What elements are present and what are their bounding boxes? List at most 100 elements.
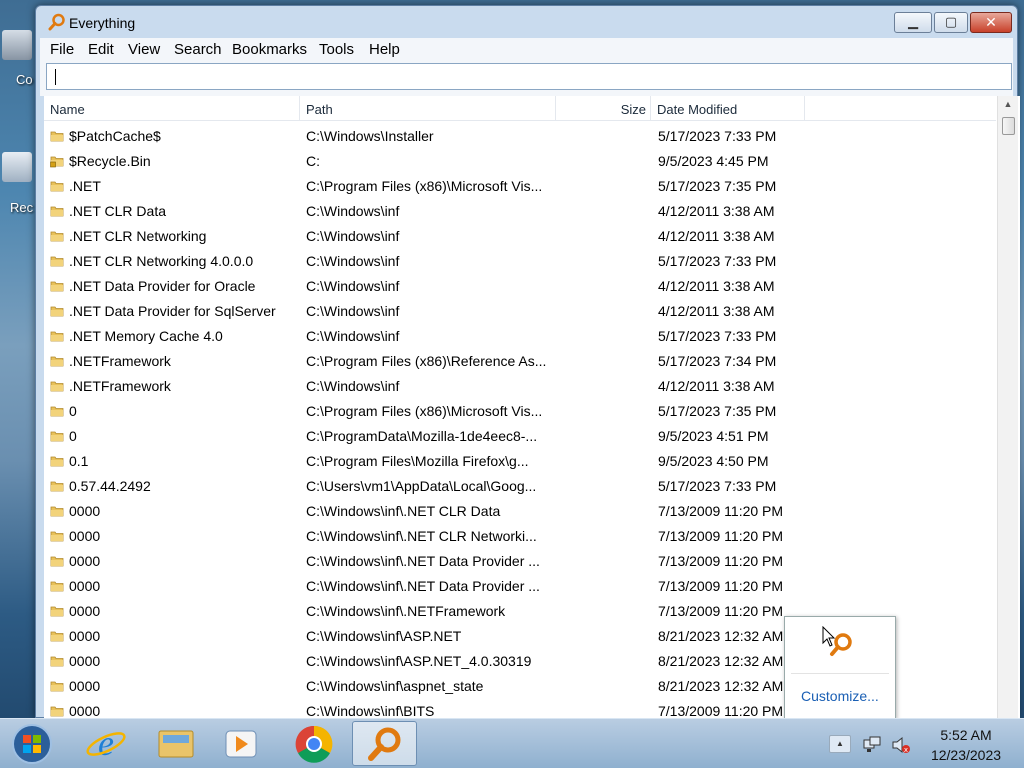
cell-path: C:\Windows\inf\ASP.NET_4.0.30319 [306,653,532,669]
cell-name: .NET CLR Networking [69,228,207,244]
cell-path: C:\Windows\inf\.NETFramework [306,603,506,619]
cell-date-modified: 9/5/2023 4:45 PM [658,153,769,169]
cell-path: C:\Program Files (x86)\Microsoft Vis... [306,178,543,194]
table-row[interactable]: 0000 C:\Windows\inf\.NET Data Provider ..… [44,549,996,574]
table-row[interactable]: 0 C:\ProgramData\Mozilla-1de4eec8-... 9/5/… [44,424,996,449]
cell-name: 0000 [69,603,101,619]
cell-name: 0.57.44.2492 [69,478,151,494]
table-row[interactable]: 0000 C:\Windows\inf\.NET CLR Networki... 7… [44,524,996,549]
table-row[interactable]: 0.57.44.2492 C:\Users\vm1\AppData\Local\G… [44,474,996,499]
menu-edit[interactable]: Edit [88,41,114,58]
desktop-icon-computer[interactable]: Co [0,30,34,90]
table-row[interactable]: .NET Data Provider for SqlServer C:\Windo… [44,299,996,324]
table-row[interactable]: 0000 C:\Windows\inf\.NET CLR Data 7/13/200… [44,499,996,524]
menu-file[interactable]: File [50,41,74,58]
system-clock[interactable]: 5:52 AM 12/23/2023 [920,725,1012,765]
cell-name: .NET Data Provider for SqlServer [69,303,276,319]
title-bar[interactable]: Everything ▁ ▢ ✕ [36,6,1017,36]
cell-name: 0.1 [69,453,89,469]
scroll-up-icon[interactable]: ▲ [998,96,1018,114]
folder-icon [50,181,64,192]
folder-icon [50,256,64,267]
table-row[interactable]: .NETFramework C:\Program Files (x86)\Refe… [44,349,996,374]
table-row[interactable]: .NETFramework C:\Windows\inf 4/12/2011 3:3… [44,374,996,399]
cell-name: 0000 [69,703,101,719]
cell-date-modified: 4/12/2011 3:38 AM [658,203,775,219]
cell-date-modified: 5/17/2023 7:35 PM [658,403,777,419]
minimize-icon: ▁ [908,14,918,29]
show-hidden-icons-button[interactable]: ▲ [829,735,851,753]
search-input[interactable] [46,63,1012,90]
table-row[interactable]: .NET CLR Networking C:\Windows\inf 4/12/20… [44,224,996,249]
table-row[interactable]: $Recycle.Bin C: 9/5/2023 4:45 PM [44,149,996,174]
text-caret [55,69,56,85]
table-row[interactable]: .NET CLR Networking 4.0.0.0 C:\Windows\in… [44,249,996,274]
cell-name: .NET [69,178,101,194]
popup-divider [791,673,889,674]
vertical-scrollbar[interactable]: ▲ [997,96,1018,719]
network-icon[interactable] [862,735,882,755]
desktop-icon-recycle-bin[interactable]: Rec [0,140,34,220]
folder-icon [50,706,64,717]
everything-window: Everything ▁ ▢ ✕ File Edit View Search B… [35,5,1020,719]
folder-icon [50,681,64,692]
cell-path: C:\Windows\inf [306,303,400,319]
cell-path: C:\Users\vm1\AppData\Local\Goog... [306,478,537,494]
folder-icon [50,481,64,492]
taskbar-file-explorer[interactable] [145,721,207,766]
cell-name: .NET Data Provider for Oracle [69,278,256,294]
folder-icon [50,581,64,592]
menu-bookmarks[interactable]: Bookmarks [232,41,307,58]
close-button[interactable]: ✕ [970,12,1012,33]
column-header-path[interactable]: Path [300,96,556,121]
cell-name: .NETFramework [69,353,171,369]
table-row[interactable]: 0000 C:\Windows\inf\.NET Data Provider ..… [44,574,996,599]
cell-path: C:\Windows\inf [306,378,400,394]
clock-time: 5:52 AM [940,727,992,743]
menu-view[interactable]: View [128,41,160,58]
scroll-thumb[interactable] [1002,117,1015,135]
folder-icon [50,356,64,367]
cell-path: C:\Program Files (x86)\Reference As... [306,353,547,369]
volume-muted-icon[interactable]: x [891,735,911,755]
cell-name: 0000 [69,528,101,544]
minimize-button[interactable]: ▁ [894,12,932,33]
menu-bar: File Edit View Search Bookmarks Tools He… [40,38,1013,60]
menu-help[interactable]: Help [369,41,400,58]
everything-app-icon [48,13,65,31]
table-row[interactable]: .NET Memory Cache 4.0 C:\Windows\inf 5/17/… [44,324,996,349]
taskbar-chrome[interactable] [283,721,345,766]
folder-icon [50,406,64,417]
cell-date-modified: 4/12/2011 3:38 AM [658,378,775,394]
taskbar-everything[interactable] [352,721,417,766]
taskbar-internet-explorer[interactable]: e [75,721,137,766]
table-row[interactable]: .NET CLR Data C:\Windows\inf 4/12/2011 3:3… [44,199,996,224]
table-row[interactable]: 0 C:\Program Files (x86)\Microsoft Vis...… [44,399,996,424]
folder-icon [50,206,64,217]
column-header-date-modified[interactable]: Date Modified [651,96,805,121]
table-row[interactable]: .NET Data Provider for Oracle C:\Windows\… [44,274,996,299]
cell-date-modified: 9/5/2023 4:50 PM [658,453,769,469]
cell-date-modified: 4/12/2011 3:38 AM [658,278,775,294]
start-button[interactable] [9,722,55,766]
cell-name: 0 [69,428,77,444]
cell-date-modified: 7/13/2009 11:20 PM [658,503,784,519]
table-row[interactable]: .NET C:\Program Files (x86)\Microsoft Vis… [44,174,996,199]
cell-path: C:\Windows\inf\.NET CLR Data [306,503,501,519]
table-row[interactable]: $PatchCache$ C:\Windows\Installer 5/17/202… [44,124,996,149]
customize-link[interactable]: Customize... [801,688,879,704]
cell-path: C:\Windows\inf\ASP.NET [306,628,462,644]
column-header-size[interactable]: Size [556,96,651,121]
column-header-row: Name Path Size Date Modified [44,96,996,121]
maximize-button[interactable]: ▢ [934,12,968,33]
cell-name: $PatchCache$ [69,128,161,144]
desktop-icon-label: Rec [10,200,34,215]
taskbar-media-player[interactable] [210,721,272,766]
cell-date-modified: 5/17/2023 7:33 PM [658,328,777,344]
menu-tools[interactable]: Tools [319,41,354,58]
folder-icon [50,231,64,242]
column-header-name[interactable]: Name [44,96,300,121]
menu-search[interactable]: Search [174,41,222,58]
table-row[interactable]: 0.1 C:\Program Files\Mozilla Firefox\g...… [44,449,996,474]
cell-name: 0000 [69,678,101,694]
